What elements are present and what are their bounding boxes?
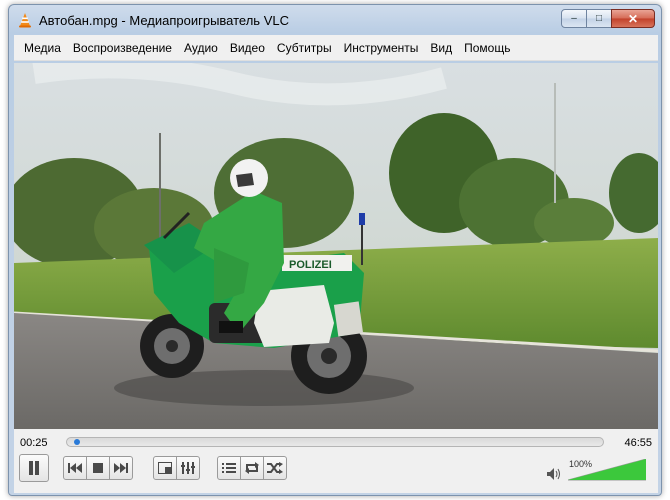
maximize-button[interactable]: □ (586, 9, 612, 28)
maximize-icon: □ (595, 13, 603, 24)
menu-view[interactable]: Вид (424, 41, 458, 55)
fullscreen-icon (158, 462, 172, 474)
video-area[interactable]: POLIZEI (14, 63, 658, 429)
vlc-window: Автобан.mpg - Медиапроигрыватель VLC – □… (8, 4, 662, 496)
stop-button[interactable] (86, 456, 110, 480)
controls-panel: 00:25 46:55 100% (14, 429, 658, 493)
menu-media[interactable]: Медиа (18, 41, 67, 55)
menu-audio[interactable]: Аудио (178, 41, 224, 55)
pause-button[interactable] (19, 454, 49, 482)
view-group (153, 456, 200, 480)
previous-icon (68, 463, 82, 473)
menu-tools[interactable]: Инструменты (338, 41, 425, 55)
seek-handle[interactable] (73, 439, 80, 445)
playlist-button[interactable] (217, 456, 241, 480)
elapsed-time: 00:25 (20, 437, 48, 449)
menu-playback[interactable]: Воспроизведение (67, 41, 178, 55)
volume-slider[interactable] (568, 459, 646, 481)
menu-bar: Медиа Воспроизведение Аудио Видео Субтит… (14, 35, 658, 61)
close-button[interactable]: ✕ (611, 9, 655, 28)
shuffle-icon (267, 462, 283, 474)
pause-icon (29, 461, 39, 475)
loop-button[interactable] (240, 456, 264, 480)
fullscreen-button[interactable] (153, 456, 177, 480)
extended-settings-icon (181, 462, 195, 474)
seek-bar[interactable] (66, 437, 604, 447)
vlc-cone-icon (19, 13, 31, 28)
minimize-icon: – (571, 13, 577, 24)
shuffle-button[interactable] (263, 456, 287, 480)
next-icon (114, 463, 128, 473)
stop-icon (93, 463, 103, 473)
next-button[interactable] (109, 456, 133, 480)
previous-button[interactable] (63, 456, 87, 480)
bike-plate-text: POLIZEI (289, 259, 332, 271)
extended-settings-button[interactable] (176, 456, 200, 480)
window-title: Автобан.mpg - Медиапроигрыватель VLC (39, 13, 289, 28)
transport-group (63, 456, 133, 480)
loop-icon (245, 462, 259, 474)
minimize-button[interactable]: – (561, 9, 587, 28)
video-frame: POLIZEI (14, 63, 658, 429)
menu-subtitles[interactable]: Субтитры (271, 41, 338, 55)
close-icon: ✕ (627, 11, 639, 26)
playlist-icon (222, 463, 236, 473)
total-time: 46:55 (624, 437, 652, 449)
window-controls: – □ ✕ (561, 9, 655, 28)
menu-video[interactable]: Видео (224, 41, 271, 55)
speaker-icon[interactable] (547, 468, 561, 480)
menu-help[interactable]: Помощь (458, 41, 516, 55)
playlist-group (217, 456, 287, 480)
title-bar[interactable]: Автобан.mpg - Медиапроигрыватель VLC – □… (9, 5, 661, 35)
